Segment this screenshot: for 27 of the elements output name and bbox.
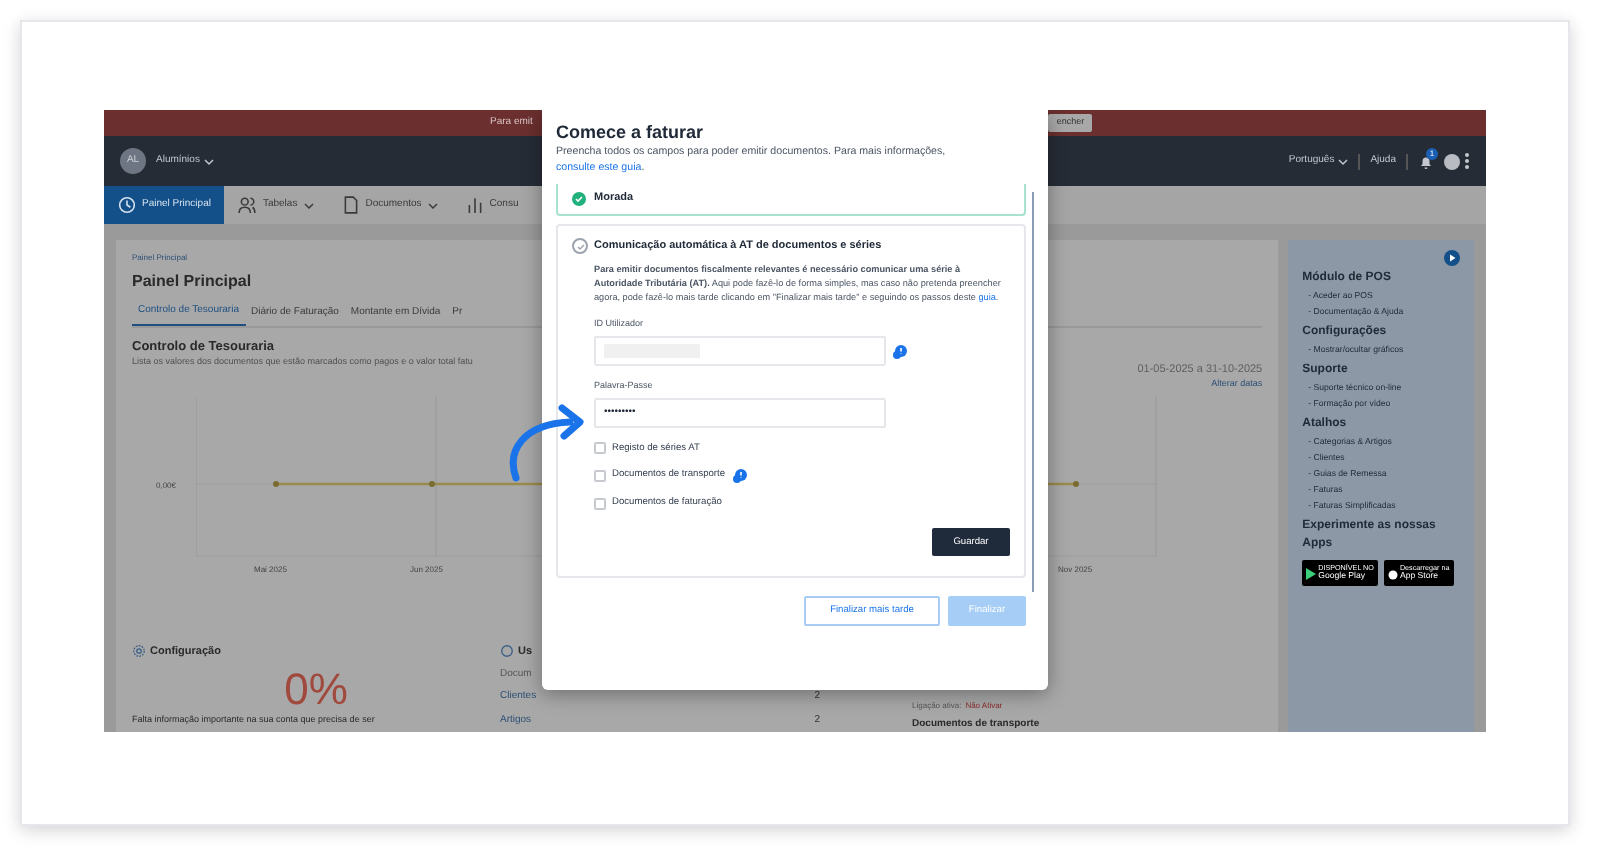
chevron-down-icon [303, 201, 314, 209]
bell-icon[interactable] [1418, 153, 1434, 169]
chevron-down-icon [427, 201, 438, 209]
dialog-title: Comece a faturar [556, 122, 706, 144]
clock-icon [118, 196, 136, 214]
play-icon[interactable] [1444, 250, 1460, 266]
play-store-icon [1306, 567, 1317, 579]
pie-icon [500, 644, 514, 659]
info-badge-icon [731, 467, 748, 484]
user-avatar[interactable] [1444, 153, 1460, 169]
gear-icon [132, 644, 146, 659]
checkbox[interactable] [594, 442, 606, 455]
info-badge-icon [892, 343, 908, 359]
completion-percent: 0% [284, 665, 348, 714]
document-icon [341, 196, 360, 214]
check-circle-icon [572, 238, 588, 255]
user-id-field[interactable] [594, 336, 886, 366]
checkbox[interactable] [594, 497, 606, 510]
chevron-down-icon [1338, 157, 1349, 165]
bar-chart-icon [465, 196, 484, 214]
curved-arrow-drawing [504, 402, 586, 482]
apple-icon [1387, 567, 1398, 579]
checkbox[interactable] [594, 469, 606, 482]
chevron-down-icon [203, 157, 214, 165]
people-icon [238, 196, 257, 214]
kebab-menu-icon[interactable] [1464, 152, 1470, 170]
page-title: Painel Principal [132, 270, 252, 294]
